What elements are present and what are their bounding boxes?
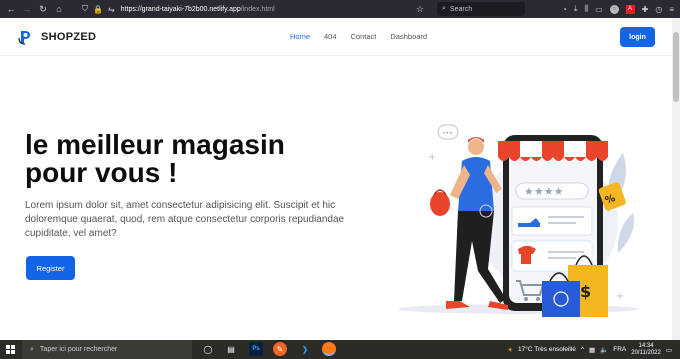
address-bar[interactable]: ⛉ 🔒 ⇋ https://grand-taiyaki-7b2b00.netli…	[82, 2, 432, 16]
browser-toolbar: ← → ↻ ⌂ ⛉ 🔒 ⇋ https://grand-taiyaki-7b2b…	[0, 0, 680, 18]
reload-icon[interactable]: ↻	[36, 2, 50, 16]
weather-text[interactable]: 17°C Très ensoleillé	[518, 346, 576, 353]
scrollbar-thumb[interactable]	[673, 32, 679, 102]
login-button[interactable]: login	[620, 27, 655, 47]
hero-description: Lorem ipsum dolor sit, amet consectetur …	[25, 200, 345, 239]
site-navbar: SHOPZED Home 404 Contact Dashboard login	[0, 18, 672, 56]
connection-icon: ⇋	[107, 4, 115, 14]
language-indicator[interactable]: FRA	[613, 346, 626, 353]
windows-taskbar: ⌕ Taper ici pour rechercher ◯ ▤ Ps ✎ ❯ ☀…	[0, 340, 680, 359]
nav-link-404[interactable]: 404	[324, 32, 337, 41]
brand-logo-icon[interactable]	[18, 29, 32, 45]
system-tray: ☀ 17°C Très ensoleillé ^ ▦ 🔈 FRA 14:34 2…	[507, 340, 672, 359]
shield-icon[interactable]: ⛉	[82, 4, 88, 14]
download-icon[interactable]: ⤓	[574, 4, 578, 14]
svg-text:★★★★: ★★★★	[524, 185, 564, 198]
weather-icon[interactable]: ☀	[507, 346, 513, 354]
browser-search-input[interactable]: ⌕ Search	[437, 2, 525, 16]
puzzle-icon[interactable]: ✚	[642, 5, 649, 14]
app-orange-icon[interactable]: ✎	[273, 342, 287, 356]
page-scrollbar[interactable]	[672, 18, 680, 340]
bookmark-star-icon[interactable]: ☆	[416, 4, 424, 15]
pocket-icon[interactable]: ◔	[562, 5, 567, 14]
svg-text:•••: •••	[442, 130, 453, 137]
extension-icon[interactable]: A	[625, 4, 635, 14]
notification-icon[interactable]: ▭	[666, 346, 672, 354]
photoshop-icon[interactable]: Ps	[249, 342, 263, 356]
menu-icon[interactable]: ≡	[669, 5, 674, 14]
taskbar-search-input[interactable]: ⌕ Taper ici pour rechercher	[22, 340, 192, 359]
history-icon[interactable]: ◷	[655, 5, 662, 14]
network-icon[interactable]: ▦	[589, 346, 595, 354]
search-icon: ⌕	[442, 5, 446, 12]
svg-text:+: +	[616, 291, 624, 302]
hero-title: le meilleur magasin pour vous !	[25, 131, 375, 187]
url-text: https://grand-taiyaki-7b2b00.netlify.app…	[120, 5, 275, 13]
sidebar-icon[interactable]: ▭	[595, 5, 603, 14]
library-icon[interactable]: ⫼	[584, 4, 588, 14]
nav-link-contact[interactable]: Contact	[351, 32, 377, 41]
web-page: SHOPZED Home 404 Contact Dashboard login…	[0, 18, 672, 340]
widgets-icon[interactable]: ▤	[224, 342, 238, 356]
back-icon[interactable]: ←	[4, 2, 18, 16]
account-icon[interactable]: ○	[609, 4, 619, 14]
home-icon[interactable]: ⌂	[52, 2, 66, 16]
forward-icon[interactable]: →	[20, 2, 34, 16]
svg-text:$: $	[580, 282, 591, 301]
brand-name[interactable]: SHOPZED	[41, 31, 96, 43]
lock-icon: 🔒	[93, 4, 103, 14]
search-icon: ⌕	[30, 345, 34, 353]
hero-title-line2: pour vous !	[25, 157, 178, 188]
vscode-icon[interactable]: ❯	[298, 342, 312, 356]
shopping-illustration: ★★★★ $ % ••• + +	[398, 124, 638, 317]
clock[interactable]: 14:34 20/11/2022	[631, 343, 661, 357]
task-view-icon[interactable]: ◯	[201, 342, 215, 356]
hero-title-line1: le meilleur magasin	[25, 129, 285, 160]
nav-link-home[interactable]: Home	[290, 32, 310, 41]
svg-text:+: +	[428, 152, 436, 163]
firefox-icon[interactable]	[322, 342, 336, 356]
volume-icon[interactable]: 🔈	[600, 346, 608, 354]
nav-link-dashboard[interactable]: Dashboard	[390, 32, 427, 41]
nav-links: Home 404 Contact Dashboard	[290, 32, 427, 41]
chevron-up-icon[interactable]: ^	[581, 346, 584, 353]
register-button[interactable]: Register	[26, 256, 75, 280]
windows-start-icon[interactable]	[0, 340, 21, 359]
